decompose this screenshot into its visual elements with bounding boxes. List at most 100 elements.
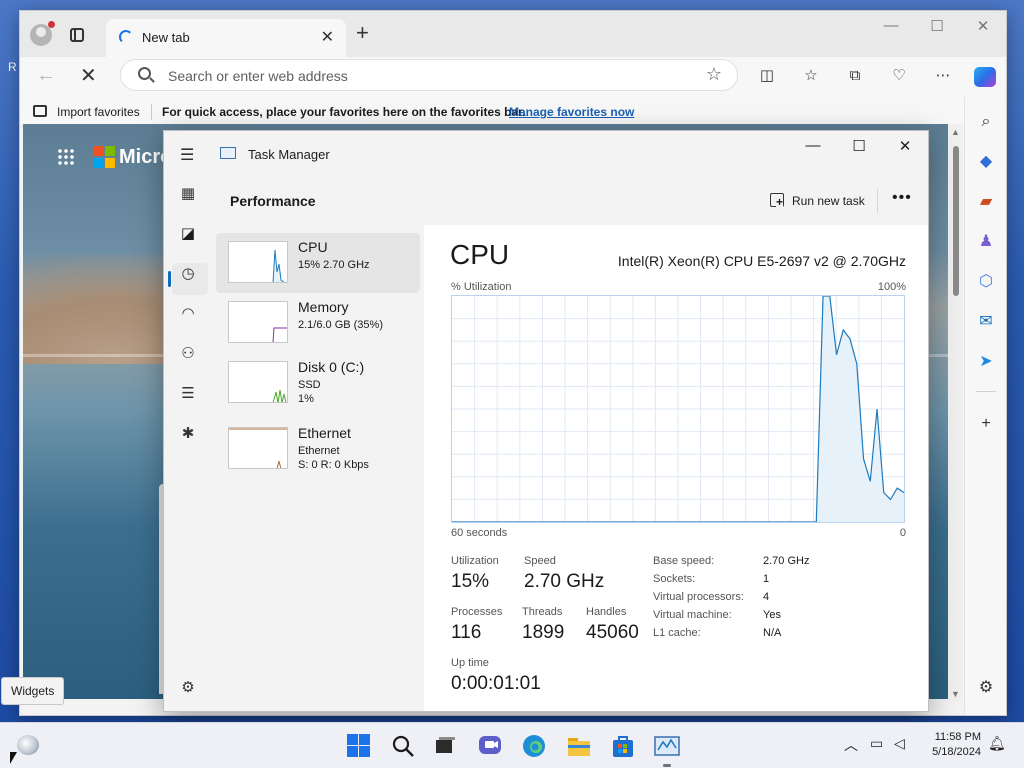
widgets-weather-icon[interactable] [17, 735, 39, 755]
maximize-icon[interactable]: ☐ [914, 17, 960, 35]
task-manager-taskbar-icon[interactable] [654, 733, 680, 767]
cpu-utilization-svg [452, 296, 904, 522]
edge-sidebar: ⌕ ◆ ▰ ♟ ⬡ ✉ ➤ + ⚙ [964, 97, 1006, 715]
startup-apps-icon[interactable]: ◠ [177, 303, 199, 325]
more-options-icon[interactable]: ••• [892, 189, 912, 207]
app-launcher-icon[interactable] [57, 148, 75, 166]
tab-bar: New tab ✕ + — ☐ ✕ [20, 11, 1006, 57]
notifications-icon[interactable]: 🔔︎ [988, 735, 1006, 752]
settings-gear-icon[interactable]: ⚙ [177, 677, 199, 699]
services-icon[interactable]: ✱ [177, 423, 199, 445]
cpu-detail-panel: CPU Intel(R) Xeon(R) CPU E5-2697 v2 @ 2.… [424, 225, 928, 711]
device-detail: 2.1/6.0 GB (35%) [298, 319, 383, 331]
import-favorites-icon[interactable] [33, 105, 47, 117]
add-sidebar-app-icon[interactable]: + [975, 413, 997, 435]
profile-avatar-icon[interactable] [30, 21, 55, 46]
stat-value-speed: 2.70 GHz [524, 571, 605, 592]
disk-thumbnail-graph [228, 361, 288, 403]
shopping-tag-icon[interactable]: ◆ [975, 151, 997, 173]
device-item-cpu[interactable]: CPU 15% 2.70 GHz [216, 233, 420, 293]
device-item-memory[interactable]: Memory 2.1/6.0 GB (35%) [216, 293, 420, 353]
scroll-thumb[interactable] [953, 146, 959, 296]
device-item-ethernet[interactable]: Ethernet Ethernet S: 0 R: 0 Kbps [216, 419, 420, 479]
stop-loading-icon[interactable]: ✕ [80, 63, 97, 88]
import-favorites-button[interactable]: Import favorites [57, 105, 140, 119]
close-window-icon[interactable]: ✕ [960, 17, 1006, 35]
minimize-icon[interactable]: — [868, 17, 914, 34]
close-tab-icon[interactable]: ✕ [321, 27, 334, 47]
ethernet-thumbnail-graph [228, 427, 288, 469]
task-view-icon[interactable] [432, 733, 458, 759]
tab-actions-icon[interactable] [70, 28, 84, 42]
minimize-icon[interactable]: — [790, 137, 836, 154]
maximize-icon[interactable]: ☐ [836, 137, 882, 155]
scroll-down-icon[interactable]: ▼ [951, 689, 960, 699]
favorite-star-icon[interactable]: ☆ [706, 64, 722, 85]
tools-icon[interactable]: ▰ [975, 191, 997, 213]
browser-essentials-icon[interactable]: ♡ [889, 66, 909, 86]
stat-label-utilization: Utilization [451, 555, 499, 567]
network-icon[interactable]: ▭ [870, 735, 883, 752]
hamburger-menu-icon[interactable]: ☰ [180, 145, 194, 165]
clock-time[interactable]: 11:58 PM [935, 731, 981, 743]
microsoft-store-icon[interactable] [610, 733, 636, 759]
widgets-tooltip: Widgets [1, 677, 65, 705]
games-icon[interactable]: ♟ [975, 231, 997, 253]
clock-date[interactable]: 5/18/2024 [932, 746, 981, 758]
loading-spinner-icon [119, 30, 133, 44]
favorites-bar: Import favorites For quick access, place… [20, 97, 1006, 127]
address-bar[interactable]: Search or enter web address ☆ [120, 59, 738, 91]
start-button-icon[interactable] [346, 733, 372, 759]
device-name: CPU [298, 239, 328, 255]
device-name: Disk 0 (C:) [298, 359, 365, 375]
run-new-task-icon[interactable] [770, 193, 784, 208]
scroll-up-icon[interactable]: ▲ [951, 127, 960, 137]
edge-browser-icon[interactable] [521, 733, 547, 759]
back-arrow-icon[interactable]: ← [36, 64, 56, 87]
app-history-icon[interactable]: ◷ [177, 263, 199, 285]
graph-time-span-label: 60 seconds [451, 527, 508, 539]
spec-value: 4 [763, 591, 770, 603]
show-hidden-icons-chevron-icon[interactable]: ︿ [844, 735, 858, 755]
users-icon[interactable]: ⚇ [177, 343, 199, 365]
file-explorer-icon[interactable] [566, 733, 592, 759]
page-header: Performance Run new task ••• [212, 175, 928, 225]
favorites-icon[interactable]: ☆ [801, 66, 821, 86]
task-manager-app-icon [220, 147, 236, 159]
sidebar-settings-gear-icon[interactable]: ⚙ [975, 677, 997, 699]
run-new-task-button[interactable]: Run new task [792, 194, 865, 208]
drop-icon[interactable]: ➤ [975, 351, 997, 373]
search-icon[interactable]: ⌕ [975, 111, 997, 133]
collections-icon[interactable]: ⧉ [845, 66, 865, 86]
page-scrollbar[interactable]: ▲ ▼ [949, 124, 963, 701]
manage-favorites-link[interactable]: Manage favorites now [509, 105, 634, 119]
device-detail: 1% [298, 393, 314, 405]
microsoft-365-icon[interactable]: ⬡ [975, 271, 997, 293]
new-tab-icon[interactable]: + [356, 22, 369, 44]
chat-icon[interactable] [477, 733, 503, 759]
stat-label-speed: Speed [524, 555, 556, 567]
divider [877, 189, 878, 213]
processes-icon[interactable]: ▦ [177, 183, 199, 205]
details-icon[interactable]: ☰ [177, 383, 199, 405]
device-detail: 15% 2.70 GHz [298, 259, 370, 271]
close-window-icon[interactable]: ✕ [882, 137, 928, 155]
spec-value: 1 [763, 573, 770, 585]
browser-tab[interactable]: New tab ✕ [106, 19, 346, 57]
taskbar: ︿ ▭ ◁ 11:58 PM 5/18/2024 🔔︎ [0, 722, 1024, 768]
desktop-icon-fragments: R [0, 56, 20, 176]
settings-more-icon[interactable]: ⋯ [933, 66, 953, 86]
detail-heading: CPU [450, 239, 510, 270]
device-item-disk[interactable]: Disk 0 (C:) SSD 1% [216, 353, 420, 413]
split-screen-icon[interactable]: ◫ [757, 66, 777, 86]
mouse-cursor [10, 752, 17, 764]
search-icon[interactable] [390, 733, 416, 759]
outlook-icon[interactable]: ✉ [975, 311, 997, 333]
stat-value-handles: 45060 [586, 622, 639, 643]
search-icon [138, 67, 151, 80]
performance-icon[interactable]: ◪ [177, 223, 199, 245]
copilot-icon[interactable] [974, 67, 996, 87]
memory-thumbnail-graph [228, 301, 288, 343]
spec-key: Base speed: [653, 555, 715, 567]
volume-muted-icon[interactable]: ◁ [894, 735, 905, 752]
